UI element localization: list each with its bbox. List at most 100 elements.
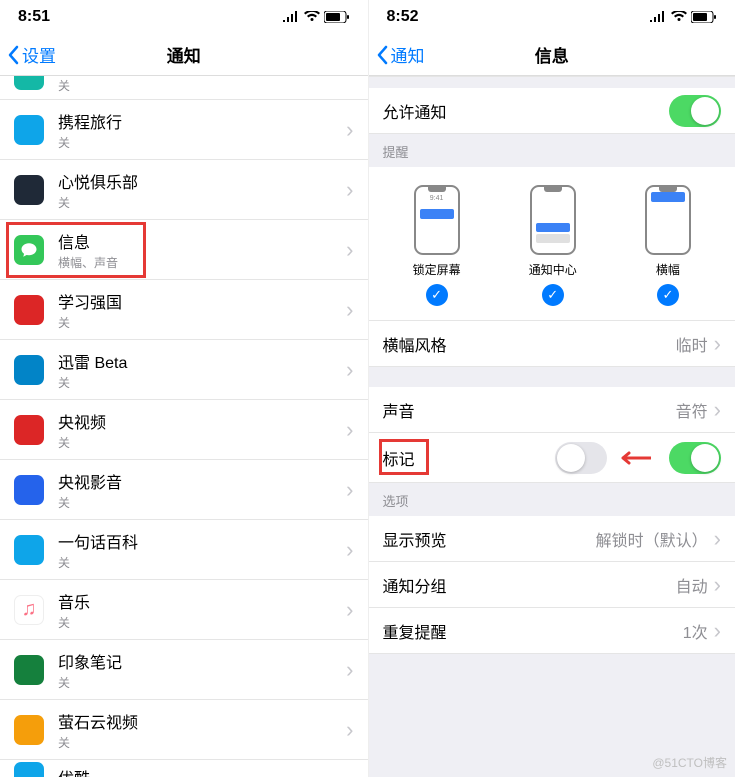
app-row[interactable]: 萤石云视频关› (0, 700, 368, 760)
app-icon (14, 76, 44, 90)
badge-toggle-off[interactable] (555, 442, 607, 474)
back-button[interactable]: 通知 (369, 42, 425, 67)
app-name: 优酷 (58, 765, 354, 777)
check-icon: ✓ (657, 284, 679, 306)
app-name: 携程旅行 (58, 109, 346, 133)
app-text: 央视频关 (58, 409, 346, 451)
app-icon (14, 655, 44, 685)
alert-notification-center[interactable]: 通知中心 ✓ (529, 185, 577, 306)
app-row[interactable]: ♫音乐关› (0, 580, 368, 640)
chevron-right-icon: › (346, 537, 353, 563)
app-sub: 关 (58, 434, 346, 451)
chevron-right-icon: › (714, 331, 721, 357)
alert-lock-screen[interactable]: 锁定屏幕 ✓ (413, 185, 461, 306)
app-icon (14, 415, 44, 445)
chevron-right-icon: › (346, 417, 353, 443)
app-row[interactable]: 一句话百科关› (0, 520, 368, 580)
banner-style-row[interactable]: 横幅风格 临时 › (369, 321, 735, 367)
app-row[interactable]: 关 (0, 76, 368, 100)
app-name: 学习强国 (58, 289, 346, 313)
sound-row[interactable]: 声音 音符 › (369, 387, 735, 433)
app-text: 学习强国关 (58, 289, 346, 331)
chevron-right-icon: › (714, 618, 721, 644)
sound-label: 声音 (383, 398, 676, 422)
chevron-right-icon: › (346, 117, 353, 143)
banner-style-value: 临时 (676, 332, 708, 356)
grouping-value: 自动 (676, 573, 708, 597)
badge-row: 标记 (369, 433, 735, 483)
app-text: 印象笔记关 (58, 649, 346, 691)
alert-style-row: 锁定屏幕 ✓ 通知中心 ✓ 横幅 ✓ (369, 167, 735, 321)
app-row[interactable]: 印象笔记关› (0, 640, 368, 700)
preview-row[interactable]: 显示预览 解锁时（默认） › (369, 516, 735, 562)
app-row[interactable]: 携程旅行关› (0, 100, 368, 160)
settings-scroll[interactable]: 允许通知 提醒 锁定屏幕 ✓ 通知中心 ✓ 横幅 ✓ 横幅风格 临时 (369, 76, 735, 777)
chevron-left-icon (6, 45, 20, 65)
app-row[interactable]: 迅雷 Beta关› (0, 340, 368, 400)
app-name: 信息 (58, 229, 346, 253)
app-icon (14, 175, 44, 205)
grouping-row[interactable]: 通知分组 自动 › (369, 562, 735, 608)
watermark: @51CTO博客 (652, 754, 727, 771)
alert-lock-label: 锁定屏幕 (413, 261, 461, 278)
badge-toggle-on[interactable] (669, 442, 721, 474)
repeat-row[interactable]: 重复提醒 1次 › (369, 608, 735, 654)
app-row[interactable]: 心悦俱乐部关› (0, 160, 368, 220)
check-icon: ✓ (426, 284, 448, 306)
right-phone: 8:52 通知 信息 允许通知 提醒 锁定屏幕 ✓ 通知中心 (368, 0, 735, 777)
alert-center-label: 通知中心 (529, 261, 577, 278)
alert-banners[interactable]: 横幅 ✓ (645, 185, 691, 306)
app-name: 迅雷 Beta (58, 349, 346, 373)
preview-value: 解锁时（默认） (596, 527, 708, 551)
chevron-right-icon: › (346, 237, 353, 263)
app-row[interactable]: 学习强国关› (0, 280, 368, 340)
app-row[interactable]: 优酷 (0, 760, 368, 777)
alerts-header: 提醒 (369, 134, 735, 167)
app-sub: 关 (58, 614, 346, 631)
chevron-right-icon: › (346, 477, 353, 503)
app-icon (14, 475, 44, 505)
app-icon (14, 355, 44, 385)
chevron-right-icon: › (346, 297, 353, 323)
app-name: 一句话百科 (58, 529, 346, 553)
app-sub: 横幅、声音 (58, 254, 346, 271)
grouping-label: 通知分组 (383, 573, 676, 597)
allow-label: 允许通知 (383, 99, 670, 123)
app-row[interactable]: 央视影音关› (0, 460, 368, 520)
app-sub: 关 (58, 77, 354, 94)
back-button[interactable]: 设置 (0, 42, 56, 67)
status-time: 8:52 (387, 8, 419, 26)
allow-toggle[interactable] (669, 95, 721, 127)
arrow-icon (615, 451, 651, 465)
chevron-right-icon: › (346, 717, 353, 743)
chevron-right-icon: › (346, 177, 353, 203)
allow-notifications-row: 允许通知 (369, 88, 735, 134)
app-row[interactable]: 信息横幅、声音› (0, 220, 368, 280)
app-text: 央视影音关 (58, 469, 346, 511)
app-icon (14, 715, 44, 745)
app-name: 央视影音 (58, 469, 346, 493)
repeat-label: 重复提醒 (383, 619, 683, 643)
app-icon (14, 762, 44, 777)
app-sub: 关 (58, 734, 346, 751)
back-label: 通知 (391, 42, 425, 67)
app-name: 央视频 (58, 409, 346, 433)
app-sub: 关 (58, 374, 346, 391)
banner-style-label: 横幅风格 (383, 332, 676, 356)
app-sub: 关 (58, 494, 346, 511)
chevron-right-icon: › (714, 572, 721, 598)
app-sub: 关 (58, 554, 346, 571)
app-text: 携程旅行关 (58, 109, 346, 151)
badge-label: 标记 (383, 446, 556, 470)
left-phone: 8:51 设置 通知 关携程旅行关›心悦俱乐部关›信息横幅、声音›学习强国关›迅… (0, 0, 368, 777)
app-text: 信息横幅、声音 (58, 229, 346, 271)
nav-bar: 设置 通知 (0, 34, 368, 76)
app-sub: 关 (58, 194, 346, 211)
status-bar: 8:51 (0, 0, 368, 34)
app-row[interactable]: 央视频关› (0, 400, 368, 460)
check-icon: ✓ (542, 284, 564, 306)
app-list[interactable]: 关携程旅行关›心悦俱乐部关›信息横幅、声音›学习强国关›迅雷 Beta关›央视频… (0, 76, 368, 777)
app-sub: 关 (58, 134, 346, 151)
status-time: 8:51 (18, 8, 50, 26)
status-indicators (282, 11, 350, 23)
